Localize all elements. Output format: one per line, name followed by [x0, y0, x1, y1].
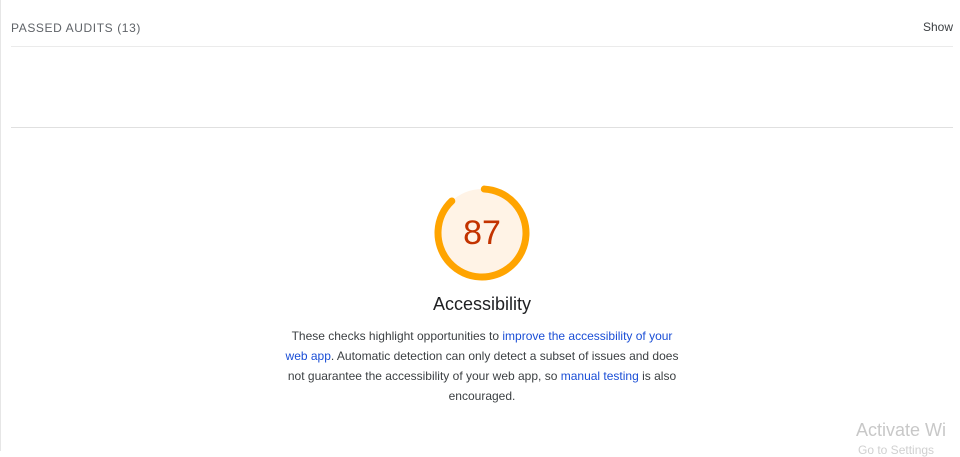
activate-windows-subtitle: Go to Settings — [858, 443, 935, 457]
left-border — [0, 0, 1, 451]
activate-windows-watermark: Activate Wi — [856, 420, 947, 440]
category-title: Accessibility — [432, 294, 532, 314]
show-toggle-button[interactable]: Show — [923, 20, 953, 34]
category-description: These checks highlight opportunities to … — [282, 326, 682, 406]
score-gauge[interactable]: 87 — [432, 183, 532, 283]
description-text-1: These checks highlight opportunities to — [291, 329, 503, 343]
score-value: 87 — [463, 213, 501, 252]
passed-audits-label: PASSED AUDITS (13) — [11, 21, 141, 35]
passed-audits-header[interactable]: PASSED AUDITS (13) Show — [11, 0, 953, 47]
category-divider — [11, 127, 953, 128]
manual-testing-link[interactable]: manual testing — [561, 369, 639, 383]
